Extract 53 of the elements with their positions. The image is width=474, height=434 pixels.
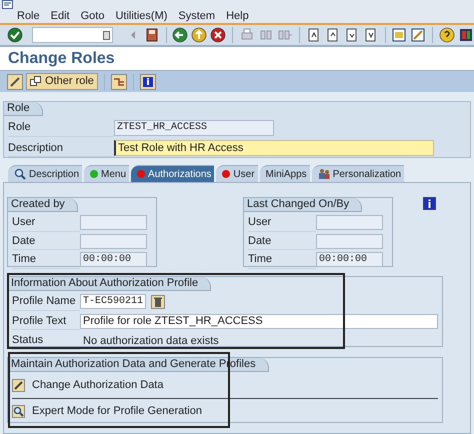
menu-item[interactable]: Goto [80,8,104,25]
date-field[interactable]: 00:00:00 [80,252,147,268]
date-field[interactable] [316,234,383,249]
windows-icon [30,76,41,87]
enter-icon[interactable] [7,27,23,43]
menu-item[interactable]: System [178,8,216,25]
tab[interactable]: User [216,165,258,182]
menu-item[interactable]: Utilities(M) [115,8,168,25]
description-field[interactable]: Test Role with HR Access [114,140,434,156]
action-link[interactable]: Change Authorization Data [32,376,164,394]
pencil-icon[interactable] [12,378,25,392]
role-field[interactable]: ZTEST_HR_ACCESS [114,120,274,136]
profile-text-field[interactable]: Profile for role ZTEST_HR_ACCESS [80,314,438,329]
tab[interactable]: MiniApps [260,165,310,182]
window-menu-icon[interactable] [2,0,13,9]
layout-icon[interactable] [458,27,474,43]
other-role-button[interactable]: Other role [26,73,98,90]
command-field[interactable] [32,27,113,43]
tab[interactable]: Authorizations [131,165,214,182]
status-text: No authorization data exists [82,334,219,348]
group-title: Information About Authorization Profile [8,277,212,291]
date-field[interactable]: 00:00:00 [316,252,383,268]
group-title: Last Changed On/By [244,198,362,212]
shortcut-icon[interactable] [410,27,426,43]
back-icon[interactable] [172,27,188,43]
info-icon[interactable] [423,197,436,210]
trash-icon[interactable] [151,294,165,309]
tab[interactable]: Personalization [312,165,404,182]
magnifier-icon[interactable] [12,405,25,418]
people-icon [318,168,330,180]
new-session-icon[interactable] [391,27,408,43]
page-title: Change Roles [8,48,115,68]
profile-name-field[interactable]: T-EC590211 [80,294,146,310]
info-icon[interactable] [140,74,156,90]
field-label: Status [12,332,80,350]
action-link[interactable]: Expert Mode for Profile Generation [32,403,202,420]
date-field[interactable] [316,215,383,230]
tab[interactable]: Menu [84,165,130,182]
cancel-icon[interactable] [210,27,226,43]
history-icon[interactable] [102,30,110,40]
help-icon[interactable] [438,27,455,43]
magnifier-icon [14,168,26,180]
group-title: Created by [8,198,78,212]
exit-icon[interactable] [191,27,208,43]
menu-item[interactable]: Role [17,8,40,25]
menu-item[interactable]: Edit [50,8,70,25]
menu-item[interactable]: Help [226,8,249,25]
save-icon[interactable] [144,27,160,43]
hierarchy-icon[interactable] [110,74,127,90]
group-title: Role [4,102,43,116]
tab[interactable]: Description [8,165,82,182]
date-field[interactable] [80,234,147,249]
date-field[interactable] [80,215,147,230]
